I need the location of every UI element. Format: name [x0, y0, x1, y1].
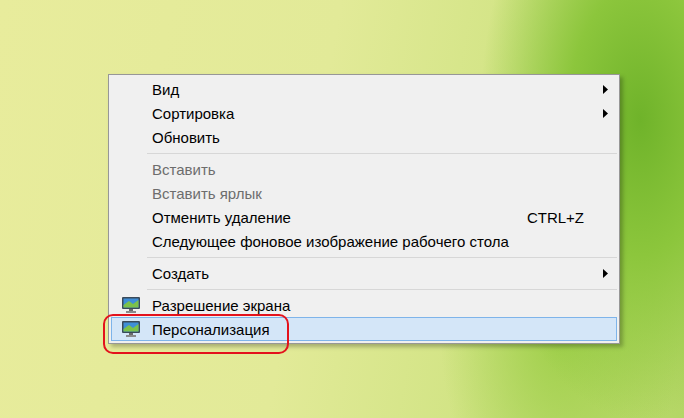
- menu-item-label: Создать: [150, 265, 600, 282]
- menu-item[interactable]: Вид: [111, 77, 617, 101]
- menu-separator: [111, 285, 617, 293]
- menu-item[interactable]: Разрешение экрана: [111, 293, 617, 317]
- menu-item-label: Вид: [150, 81, 600, 98]
- menu-item: Вставить ярлык: [111, 181, 617, 205]
- menu-item-label: Персонализация: [150, 321, 600, 338]
- menu-item-label: Обновить: [150, 129, 600, 146]
- menu-item-shortcut: CTRL+Z: [527, 209, 584, 226]
- context-menu: Вид Сортировка Обновить Вставить Вставить яр…: [108, 74, 620, 344]
- menu-item-label: Разрешение экрана: [150, 297, 600, 314]
- menu-item[interactable]: Отменить удалениеCTRL+Z: [111, 205, 617, 229]
- menu-item-label: Сортировка: [150, 105, 600, 122]
- menu-separator: [111, 149, 617, 157]
- menu-item[interactable]: Сортировка: [111, 101, 617, 125]
- menu-item-label: Вставить: [150, 161, 600, 178]
- submenu-arrow-icon: [603, 85, 608, 94]
- display-icon: [121, 296, 141, 314]
- submenu-arrow-icon: [603, 109, 608, 118]
- menu-item: Вставить: [111, 157, 617, 181]
- menu-item-label: Следующее фоновое изображение рабочего с…: [150, 233, 600, 250]
- menu-separator: [111, 253, 617, 261]
- menu-item[interactable]: Следующее фоновое изображение рабочего с…: [111, 229, 617, 253]
- desktop[interactable]: Вид Сортировка Обновить Вставить Вставить яр…: [0, 0, 684, 418]
- display-icon: [121, 320, 141, 338]
- menu-item[interactable]: Обновить: [111, 125, 617, 149]
- submenu-arrow-icon: [603, 269, 608, 278]
- menu-item-label: Отменить удаление: [150, 209, 527, 226]
- menu-item[interactable]: Создать: [111, 261, 617, 285]
- menu-item-label: Вставить ярлык: [150, 185, 600, 202]
- highlight-annotation: [103, 314, 289, 354]
- menu-item[interactable]: Персонализация: [111, 317, 617, 341]
